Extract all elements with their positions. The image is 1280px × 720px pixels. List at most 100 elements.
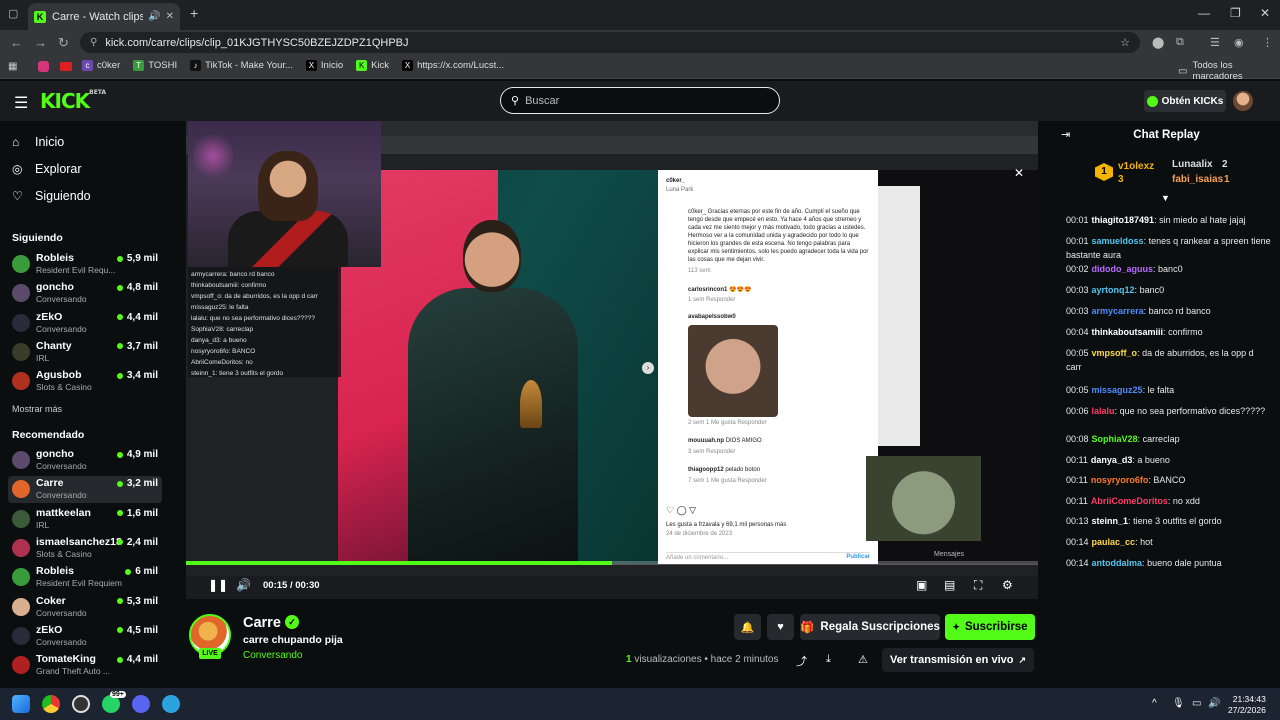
viewer-count: 2,4 mil <box>116 537 158 548</box>
sidebar-channel-coker[interactable]: Coker Conversando 5,3 mil <box>8 594 162 621</box>
watch-live-button[interactable]: Ver transmisión en vivo ↗ <box>882 648 1034 672</box>
sidebar-channel-tomateking[interactable]: TomateKing Grand Theft Auto ... 4,4 mil <box>8 652 162 679</box>
nav-inicio[interactable]: ⌂ Inicio <box>12 135 64 149</box>
chat-username[interactable]: lalalu <box>1092 406 1115 416</box>
search-input[interactable]: ⚲ Buscar <box>500 87 780 114</box>
theater-mode-icon[interactable]: ▣ <box>916 578 927 592</box>
chat-username[interactable]: danya_d3 <box>1091 455 1133 465</box>
pip-icon[interactable]: ▤ <box>944 578 955 592</box>
tab-close-icon[interactable]: ✕ <box>166 11 174 22</box>
chat-username[interactable]: ayrtonq12 <box>1092 285 1135 295</box>
report-icon[interactable]: ⚠ <box>858 653 868 666</box>
sidebar-channel-robleis[interactable]: Robleis Resident Evil Requiem 6 mil <box>8 564 162 591</box>
telegram-icon[interactable] <box>162 695 180 713</box>
browser-tab[interactable]: K Carre - Watch clips on Kick 🔊 ✕ <box>28 3 180 30</box>
follow-heart-button[interactable]: ♥ <box>767 614 794 640</box>
chat-username[interactable]: nosyryoro6fo <box>1091 475 1149 485</box>
chat-username[interactable]: samueldoss <box>1092 236 1144 246</box>
extension-icon[interactable]: ⬤ <box>1152 36 1164 49</box>
notification-bell-button[interactable]: 🔔 <box>734 614 761 640</box>
site-info-icon[interactable]: ⚲ <box>90 37 97 48</box>
chat-username[interactable]: antoddalma <box>1092 558 1143 568</box>
bookmark-toshi[interactable]: T TOSHI <box>133 60 177 71</box>
obs-icon[interactable] <box>72 695 90 713</box>
sidebar-channel-ismaelsanchez18[interactable]: ismaelsanchez18 Slots & Casino 2,4 mil <box>8 535 162 562</box>
restore-icon[interactable]: ❐ <box>1230 6 1241 20</box>
get-kicks-button[interactable]: Obtén KICKs <box>1144 90 1226 112</box>
instagram-icon[interactable] <box>38 61 49 72</box>
tray-chevron-icon[interactable]: ^ <box>1152 698 1157 709</box>
sidebar-channel-zeko[interactable]: zEkO Conversando 4,5 mil <box>8 623 162 650</box>
chat-username[interactable]: SophiaV28 <box>1092 434 1138 444</box>
volume-icon[interactable]: 🔊 <box>236 578 251 592</box>
url-field[interactable]: ⚲ kick.com/carre/clips/clip_01KJGTHYSC50… <box>80 32 1140 53</box>
sidebar-channel-carre[interactable]: Carre Conversando 3,2 mil <box>8 476 162 504</box>
chat-username[interactable]: thiagito187491 <box>1092 215 1155 225</box>
gift-subs-button[interactable]: 🎁 Regala Suscripciones <box>800 614 940 640</box>
bookmark-c0ker[interactable]: c c0ker <box>82 60 120 71</box>
show-more-link[interactable]: Mostrar más <box>12 404 62 414</box>
chat-username[interactable]: vmpsoff_o <box>1092 348 1138 358</box>
forward-icon[interactable]: → <box>34 35 47 50</box>
sidebar-channel-mattkeelan[interactable]: mattkeelan IRL 1,6 mil <box>8 506 162 533</box>
sidebar-channel-chanty[interactable]: Chanty IRL 3,7 mil <box>8 339 162 366</box>
fullscreen-icon[interactable]: ⛶ <box>974 578 982 593</box>
bookmark-star-icon[interactable]: ☆ <box>1120 36 1130 49</box>
sidebar-channel-agusbob[interactable]: Agusbob Slots & Casino 3,4 mil <box>8 368 162 395</box>
nav-explorar[interactable]: ◎ Explorar <box>12 162 82 176</box>
windows-start-icon[interactable] <box>12 695 30 713</box>
back-icon[interactable]: ← <box>10 35 23 50</box>
stream-category[interactable]: Conversando <box>243 650 302 661</box>
chat-username[interactable]: armycarrera <box>1092 306 1144 316</box>
apps-grid-icon[interactable]: ▦ <box>8 61 17 72</box>
subscribe-button[interactable]: ✦ Suscribirse <box>945 614 1035 640</box>
nav-siguiendo[interactable]: ♡ Siguiendo <box>12 189 91 203</box>
tab-search-icon[interactable]: ▢ <box>8 7 18 20</box>
chat-username[interactable]: AbriiComeDoritos <box>1091 496 1168 506</box>
bookmark-x-lucst[interactable]: Xhttps://x.com/Lucst... <box>402 60 504 71</box>
speaker-icon[interactable]: 🔊 <box>148 11 160 22</box>
share-icon[interactable]: ⤴ <box>796 653 807 669</box>
youtube-icon[interactable] <box>60 62 72 71</box>
sidebar-channel-zeko[interactable]: zEkO Conversando 4,4 mil <box>8 310 162 337</box>
reload-icon[interactable]: ↻ <box>58 35 69 51</box>
chat-username[interactable]: paulac_cc <box>1092 537 1136 547</box>
browser-menu-icon[interactable]: ⋮ <box>1262 36 1273 49</box>
sidebar-channel-goncho[interactable]: goncho Conversando 4,8 mil <box>8 280 162 307</box>
clock[interactable]: 21:34:43 27/2/2026 <box>1228 694 1266 716</box>
chrome-icon[interactable] <box>42 695 60 713</box>
chat-username[interactable]: steinn_1 <box>1092 516 1129 526</box>
download-icon[interactable]: ⤓ <box>826 653 831 666</box>
profile-icon[interactable]: ◉ <box>1234 36 1244 49</box>
speaker-tray-icon[interactable]: 🔊 <box>1208 698 1220 709</box>
hamburger-menu-icon[interactable]: ☰ <box>14 93 28 113</box>
channel-name[interactable]: Carre <box>243 615 281 631</box>
external-link-icon: ↗ <box>1018 654 1027 665</box>
channel-category: Conversando <box>36 323 87 334</box>
minimize-icon[interactable]: — <box>1198 6 1210 20</box>
channel-avatar <box>12 568 30 587</box>
user-avatar[interactable] <box>1233 91 1253 111</box>
reading-list-icon[interactable]: ☰ <box>1210 36 1220 49</box>
chat-username[interactable]: thinkaboutsamiii <box>1092 327 1164 337</box>
sidebar-channel-goncho[interactable]: goncho Conversando 4,9 mil <box>8 447 162 474</box>
carousel-next-icon: › <box>642 362 654 374</box>
sidebar-channel-robleis[interactable]: Robleis Resident Evil Requ... 5,9 mil <box>8 251 162 278</box>
video-player[interactable]: c0ker_ Luna Park c0ker_ Gracias eternas … <box>186 121 1038 599</box>
bookmark-x-inicio[interactable]: X Inicio <box>305 60 343 71</box>
chat-username[interactable]: didodo_aguus <box>1092 264 1154 274</box>
all-bookmarks[interactable]: ▭ Todos los marcadores <box>1178 60 1280 82</box>
settings-icon[interactable]: ⚙ <box>1002 578 1013 592</box>
bookmark-tiktok[interactable]: ♪ TikTok - Make Your... <box>190 60 293 71</box>
bookmark-kick[interactable]: K Kick <box>356 60 389 71</box>
network-icon[interactable]: ▭ <box>1192 698 1201 709</box>
extensions-puzzle-icon[interactable]: ⧉ <box>1176 36 1184 49</box>
kick-logo[interactable]: KICKBETA <box>40 89 106 113</box>
new-tab-button[interactable]: + <box>190 5 198 21</box>
microphone-icon[interactable]: 🎙 <box>1172 698 1185 709</box>
expand-gifters-icon[interactable]: ▼ <box>1161 193 1170 203</box>
discord-icon[interactable] <box>132 695 150 713</box>
chat-username[interactable]: missaguz25 <box>1092 385 1143 395</box>
pause-icon[interactable]: ❚❚ <box>208 578 228 592</box>
window-close-icon[interactable]: ✕ <box>1260 6 1270 20</box>
